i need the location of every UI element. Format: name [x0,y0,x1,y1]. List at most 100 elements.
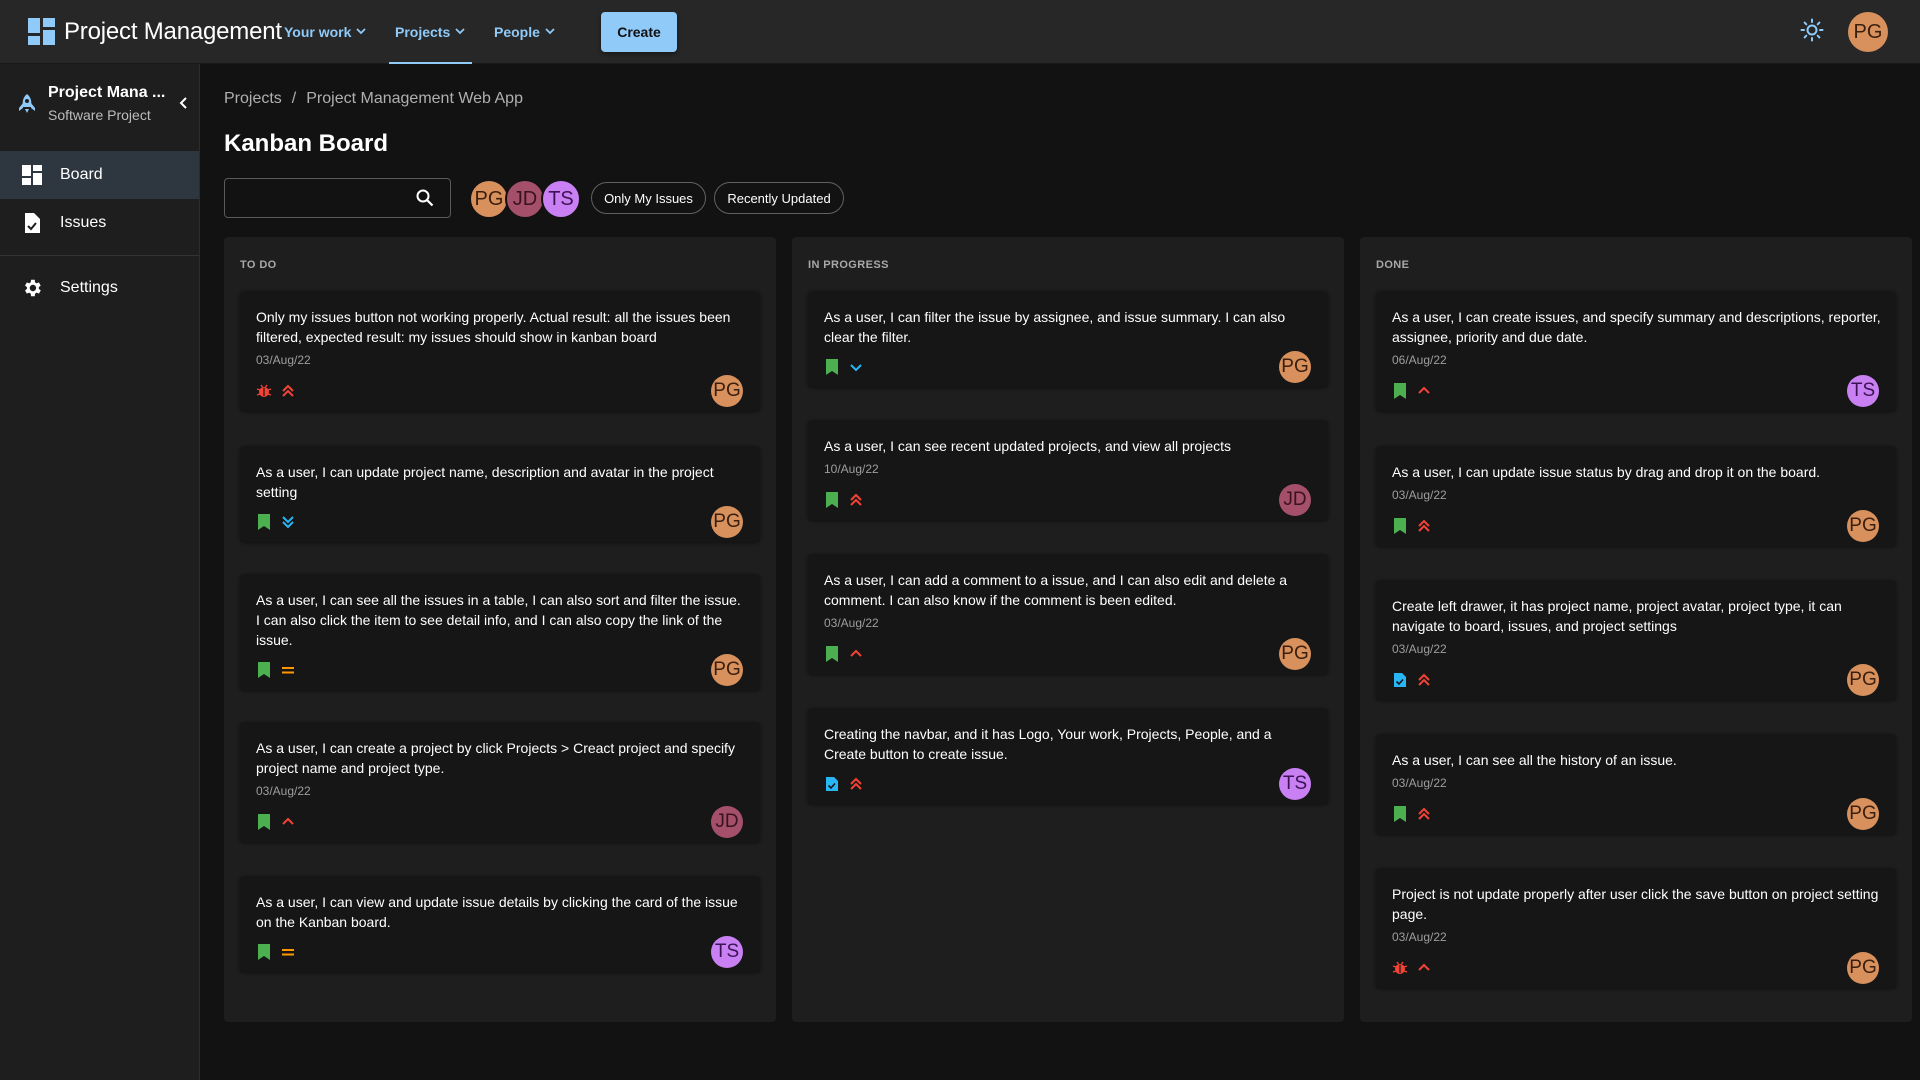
double-chevron-up-icon [1416,806,1432,822]
nav-your-work-label: Your work [284,23,352,40]
nav-people[interactable]: People [488,0,562,64]
card-due-date: 10/Aug/22 [824,462,879,476]
only-my-issues-chip[interactable]: Only My Issues [591,182,706,214]
card-summary: As a user, I can update issue status by … [1392,464,1821,480]
card-due-date: 03/Aug/22 [1392,930,1447,944]
double-chevron-down-icon [280,514,296,530]
collapse-sidebar-button[interactable] [174,95,194,115]
card-summary: As a user, I can see all the history of … [1392,752,1677,768]
bookmark-icon [824,492,840,508]
user-avatar[interactable]: PG [1848,12,1888,52]
project-type: Software Project [48,107,151,123]
chevron-down-icon [355,24,367,40]
assignee-avatar[interactable]: PG [1847,664,1879,696]
dashboard-logo-icon [28,18,55,45]
bookmark-icon [256,514,272,530]
assignee-avatar[interactable]: PG [1279,638,1311,670]
nav-projects[interactable]: Projects [389,0,473,64]
issue-card[interactable]: As a user, I can update issue status by … [1376,446,1896,546]
card-summary: Project is not update properly after use… [1392,886,1879,922]
gear-icon [21,277,43,299]
card-icons [256,383,296,399]
board-column-done: DONE As a user, I can create issues, and … [1360,237,1912,1022]
bookmark-icon [256,944,272,960]
app-logo[interactable]: Project Management [28,18,282,46]
sun-icon [1800,18,1824,47]
sidebar-item-issues[interactable]: Issues [0,199,199,247]
recently-updated-chip[interactable]: Recently Updated [714,182,844,214]
issue-card[interactable]: Creating the navbar, and it has Logo, Yo… [808,708,1328,804]
card-summary: Creating the navbar, and it has Logo, Yo… [824,726,1272,762]
breadcrumb-separator: / [291,90,297,107]
card-summary: As a user, I can update project name, de… [256,464,714,500]
issue-card[interactable]: Only my issues button not working proper… [240,291,760,411]
issue-card[interactable]: Create left drawer, it has project name,… [1376,580,1896,700]
breadcrumb-current[interactable]: Project Management Web App [306,90,523,108]
double-chevron-up-icon [280,383,296,399]
sidebar-item-settings[interactable]: Settings [0,264,199,312]
assignee-avatar[interactable]: PG [1279,351,1311,383]
create-button[interactable]: Create [601,12,677,52]
card-icons [1392,383,1432,399]
card-summary: As a user, I can create issues, and spec… [1392,309,1881,345]
chevron-up-icon [1416,960,1432,976]
assignee-filter-avatar[interactable]: TS [541,179,581,219]
theme-toggle-button[interactable] [1797,17,1827,47]
page-title: Kanban Board [224,130,389,157]
card-icons [256,944,296,960]
card-due-date: 03/Aug/22 [1392,776,1447,790]
issue-card[interactable]: As a user, I can see all the history of … [1376,734,1896,834]
assignee-avatar[interactable]: TS [1847,375,1879,407]
card-icons [824,776,864,792]
nav-people-label: People [494,23,540,40]
chevron-up-icon [848,646,864,662]
double-chevron-up-icon [1416,518,1432,534]
issue-card[interactable]: As a user, I can update project name, de… [240,446,760,542]
issue-card[interactable]: As a user, I can create a project by cli… [240,722,760,842]
issue-card[interactable]: As a user, I can add a comment to a issu… [808,554,1328,674]
assignee-avatar[interactable]: JD [1279,484,1311,516]
assignee-avatar[interactable]: PG [711,654,743,686]
breadcrumb-projects-link[interactable]: Projects [224,90,282,108]
search-field[interactable] [224,178,451,218]
issue-card[interactable]: As a user, I can see recent updated proj… [808,420,1328,520]
chevron-down-icon [454,24,466,40]
assignee-avatar[interactable]: PG [711,506,743,538]
nav-your-work[interactable]: Your work [278,0,373,64]
assignee-avatar[interactable]: PG [711,375,743,407]
assignee-avatar[interactable]: PG [1847,952,1879,984]
search-icon[interactable] [415,188,435,213]
bookmark-icon [1392,518,1408,534]
sidebar-divider [0,255,199,256]
card-summary: As a user, I can create a project by cli… [256,740,735,776]
bookmark-icon [256,662,272,678]
assignee-filter-avatar[interactable]: JD [505,179,545,219]
bookmark-icon [1392,806,1408,822]
card-icons [256,814,296,830]
card-due-date: 03/Aug/22 [1392,642,1447,656]
card-summary: As a user, I can view and update issue d… [256,894,738,930]
chevron-left-icon [178,96,190,115]
project-name: Project Mana ... [48,84,166,101]
card-summary: As a user, I can add a comment to a issu… [824,572,1288,608]
assignee-avatar[interactable]: TS [1279,768,1311,800]
equals-icon [280,662,296,678]
issue-card[interactable]: As a user, I can see all the issues in a… [240,574,760,690]
assignee-avatar[interactable]: PG [1847,798,1879,830]
task-icon [21,212,43,234]
assignee-avatar[interactable]: PG [1847,510,1879,542]
issue-card[interactable]: As a user, I can view and update issue d… [240,876,760,972]
assignee-avatar[interactable]: JD [711,806,743,838]
assignee-avatar[interactable]: TS [711,936,743,968]
project-header: Project Mana ... Software Project [0,64,199,144]
assignee-filter-avatar[interactable]: PG [469,179,509,219]
bug-icon [256,383,272,399]
sidebar-item-board[interactable]: Board [0,151,199,199]
issue-card[interactable]: As a user, I can filter the issue by ass… [808,291,1328,387]
bookmark-icon [256,814,272,830]
issue-card[interactable]: As a user, I can create issues, and spec… [1376,291,1896,411]
search-input[interactable] [235,187,415,209]
card-due-date: 06/Aug/22 [1392,353,1447,367]
issue-card[interactable]: Project is not update properly after use… [1376,868,1896,988]
sidebar-item-label: Settings [60,279,118,296]
